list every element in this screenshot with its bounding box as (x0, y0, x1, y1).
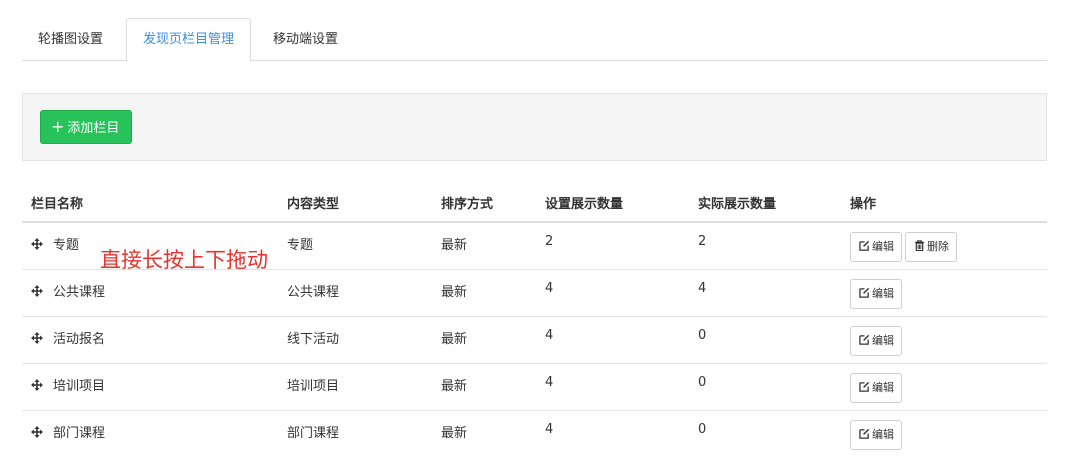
tab-bar: 轮播图设置 发现页栏目管理 移动端设置 (22, 18, 1047, 62)
edit-button-label: 编辑 (872, 240, 894, 253)
column-table: 栏目名称 内容类型 排序方式 设置展示数量 实际展示数量 操作 专题 专题 最新… (22, 184, 1047, 455)
add-column-button[interactable]: + 添加栏目 (40, 110, 133, 144)
header-set-count: 设置展示数量 (536, 184, 689, 223)
header-actions: 操作 (841, 184, 1047, 223)
header-content-type: 内容类型 (278, 184, 432, 223)
edit-button[interactable]: 编辑 (850, 372, 902, 403)
row-actions: 编辑 (841, 316, 1047, 364)
row-column-name: 部门课程 (53, 425, 106, 441)
tab-carousel-settings[interactable]: 轮播图设置 (22, 18, 119, 61)
row-actual-count: 0 (689, 363, 841, 411)
row-content-type: 部门课程 (287, 425, 340, 441)
row-column-name: 专题 (53, 238, 80, 253)
edit-icon (859, 334, 870, 345)
move-drag-icon[interactable] (31, 284, 43, 297)
row-actions: 编辑 删除 (841, 222, 1047, 270)
edit-icon (859, 428, 870, 439)
table-row[interactable]: 培训项目 培训项目 最新 4 0 编辑 (22, 363, 1047, 411)
header-sort-method: 排序方式 (432, 184, 536, 223)
row-content-type: 线下活动 (278, 316, 432, 364)
row-content-type: 公共课程 (278, 269, 432, 317)
edit-icon (859, 381, 870, 392)
trash-icon (914, 240, 925, 252)
row-set-count: 4 (536, 316, 689, 364)
row-actions: 编辑 (841, 269, 1047, 317)
table-header-row: 栏目名称 内容类型 排序方式 设置展示数量 实际展示数量 操作 (22, 184, 1047, 223)
row-sort-method: 最新 (432, 269, 536, 317)
row-sort-method: 最新 (432, 222, 536, 270)
move-drag-icon[interactable] (31, 425, 43, 438)
row-set-count: 4 (536, 363, 689, 411)
move-drag-icon[interactable] (31, 378, 43, 391)
edit-button[interactable]: 编辑 (850, 278, 902, 309)
move-drag-icon[interactable] (31, 331, 43, 344)
row-sort-method: 最新 (432, 363, 536, 411)
row-actual-count: 0 (698, 421, 707, 437)
row-actual-count: 0 (689, 316, 841, 364)
row-actual-count: 4 (689, 269, 841, 317)
header-column-name: 栏目名称 (22, 184, 278, 223)
edit-icon (859, 287, 870, 298)
delete-button[interactable]: 删除 (905, 232, 957, 262)
table-row[interactable]: 部门课程 部门课程 最新 4 0 编辑 (22, 410, 1047, 455)
row-actual-count: 2 (689, 222, 841, 270)
row-content-type: 专题 (278, 222, 432, 270)
row-column-name: 公共课程 (53, 284, 106, 300)
row-column-name: 活动报名 (53, 331, 106, 347)
row-sort-method: 最新 (441, 425, 468, 441)
drag-hint-annotation: 直接长按上下拖动 (100, 248, 268, 272)
row-content-type: 培训项目 (278, 363, 432, 411)
table-row[interactable]: 公共课程 公共课程 最新 4 4 编辑 (22, 269, 1047, 317)
edit-icon (859, 240, 870, 251)
row-set-count: 4 (536, 269, 689, 317)
tab-discover-column-management[interactable]: 发现页栏目管理 (126, 18, 252, 62)
add-column-label: 添加栏目 (67, 121, 120, 136)
row-actions: 编辑 (841, 363, 1047, 411)
row-set-count: 2 (536, 222, 689, 270)
row-actions: 编辑 (841, 410, 1047, 455)
move-drag-icon[interactable] (31, 238, 43, 250)
edit-button[interactable]: 编辑 (850, 419, 902, 450)
row-column-name: 培训项目 (53, 378, 106, 394)
edit-button[interactable]: 编辑 (850, 325, 902, 356)
toolbar: + 添加栏目 (22, 93, 1047, 161)
row-set-count: 4 (545, 421, 554, 437)
plus-icon: + (51, 117, 65, 136)
header-actual-count: 实际展示数量 (689, 184, 841, 223)
edit-button-label: 编辑 (872, 427, 894, 441)
row-sort-method: 最新 (432, 316, 536, 364)
edit-button[interactable]: 编辑 (850, 232, 902, 262)
edit-button-label: 编辑 (872, 333, 894, 347)
tab-mobile-settings[interactable]: 移动端设置 (257, 18, 354, 61)
delete-button-label: 删除 (927, 240, 949, 253)
edit-button-label: 编辑 (872, 286, 894, 300)
table-row[interactable]: 活动报名 线下活动 最新 4 0 编辑 (22, 316, 1047, 364)
edit-button-label: 编辑 (872, 380, 894, 394)
